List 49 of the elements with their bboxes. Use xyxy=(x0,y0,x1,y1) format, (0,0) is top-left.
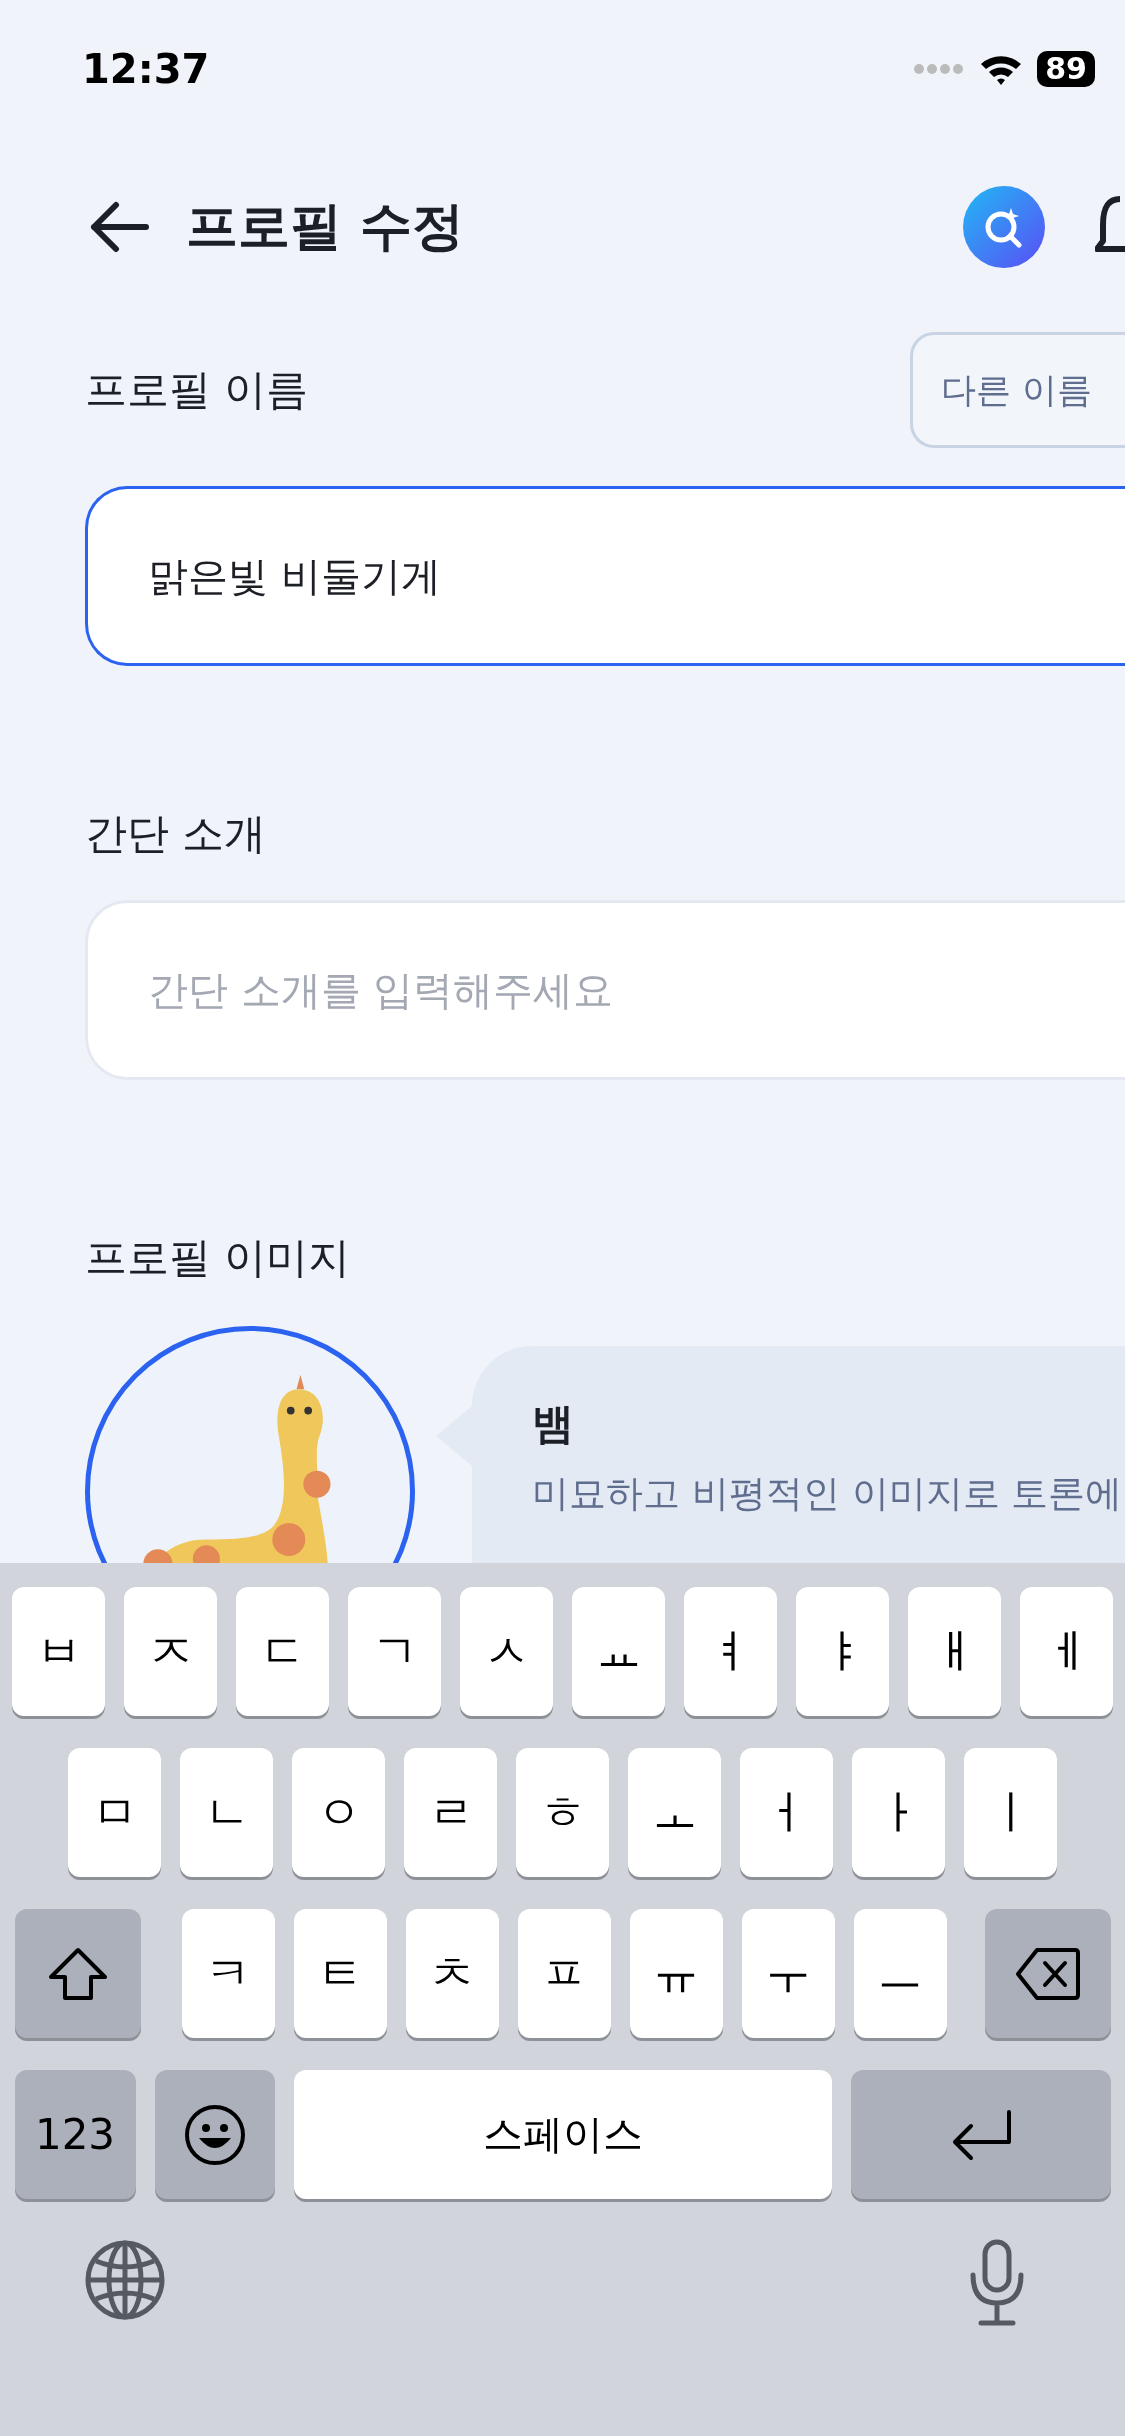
battery-indicator: 89 xyxy=(1037,51,1095,87)
intro-input-field[interactable]: 간단 소개를 입력해주세요 xyxy=(85,900,1125,1080)
key[interactable]: ㅐ xyxy=(908,1587,1001,1716)
globe-icon[interactable] xyxy=(84,2239,166,2321)
emoji-icon xyxy=(183,2103,246,2166)
key[interactable]: ㅎ xyxy=(516,1748,609,1877)
key[interactable]: ㅊ xyxy=(405,1909,499,2038)
name-input-field[interactable]: 맑은빛 비둘기게 xyxy=(85,486,1125,666)
field-label: 프로필 이미지 xyxy=(85,1232,351,1284)
character-name: 뱀 xyxy=(532,1398,575,1450)
shift-icon xyxy=(46,1946,109,2001)
key[interactable]: ㅠ xyxy=(629,1909,723,2038)
key[interactable]: ㅡ xyxy=(853,1909,947,2038)
key[interactable]: ㅁ xyxy=(68,1748,161,1877)
key[interactable]: ㅓ xyxy=(740,1748,833,1877)
key[interactable]: ㅈ xyxy=(124,1587,217,1716)
backspace-icon xyxy=(1014,1946,1081,2001)
key[interactable]: ㅔ xyxy=(1020,1587,1113,1716)
key[interactable]: ㅑ xyxy=(796,1587,889,1716)
key[interactable]: ㄷ xyxy=(236,1587,329,1716)
status-time: 12:37 xyxy=(82,46,210,92)
backspace-key[interactable] xyxy=(984,1909,1111,2038)
key[interactable]: ㅇ xyxy=(292,1748,385,1877)
signal-icon xyxy=(913,63,966,75)
numbers-key[interactable]: 123 xyxy=(14,2070,136,2199)
field-label: 프로필 이름 xyxy=(85,364,309,416)
key[interactable]: ㄱ xyxy=(348,1587,441,1716)
other-name-button[interactable]: 다른 이름 xyxy=(910,332,1125,448)
character-description: 미묘하고 비평적인 이미지로 토론에 xyxy=(532,1471,1124,1517)
key[interactable]: ㄹ xyxy=(404,1748,497,1877)
key[interactable]: ㅏ xyxy=(852,1748,945,1877)
key[interactable]: ㅜ xyxy=(741,1909,835,2038)
key[interactable]: ㅋ xyxy=(181,1909,275,2038)
key[interactable]: ㄴ xyxy=(180,1748,273,1877)
microphone-icon[interactable] xyxy=(969,2239,1025,2327)
key[interactable]: ㅂ xyxy=(12,1587,105,1716)
back-arrow-icon[interactable] xyxy=(88,201,150,253)
emoji-key[interactable] xyxy=(154,2070,275,2199)
key[interactable]: ㅛ xyxy=(572,1587,665,1716)
key[interactable]: ㅕ xyxy=(684,1587,777,1716)
space-bar[interactable]: 스페이스 xyxy=(293,2070,832,2199)
key[interactable]: ㅌ xyxy=(293,1909,387,2038)
key[interactable]: ㅗ xyxy=(628,1748,721,1877)
key[interactable]: ㅣ xyxy=(964,1748,1057,1877)
field-label: 간단 소개 xyxy=(85,808,267,860)
key[interactable]: ㅍ xyxy=(517,1909,611,2038)
key[interactable]: ㅅ xyxy=(460,1587,553,1716)
shift-key[interactable] xyxy=(14,1909,141,2038)
page-title: 프로필 수정 xyxy=(186,195,465,258)
